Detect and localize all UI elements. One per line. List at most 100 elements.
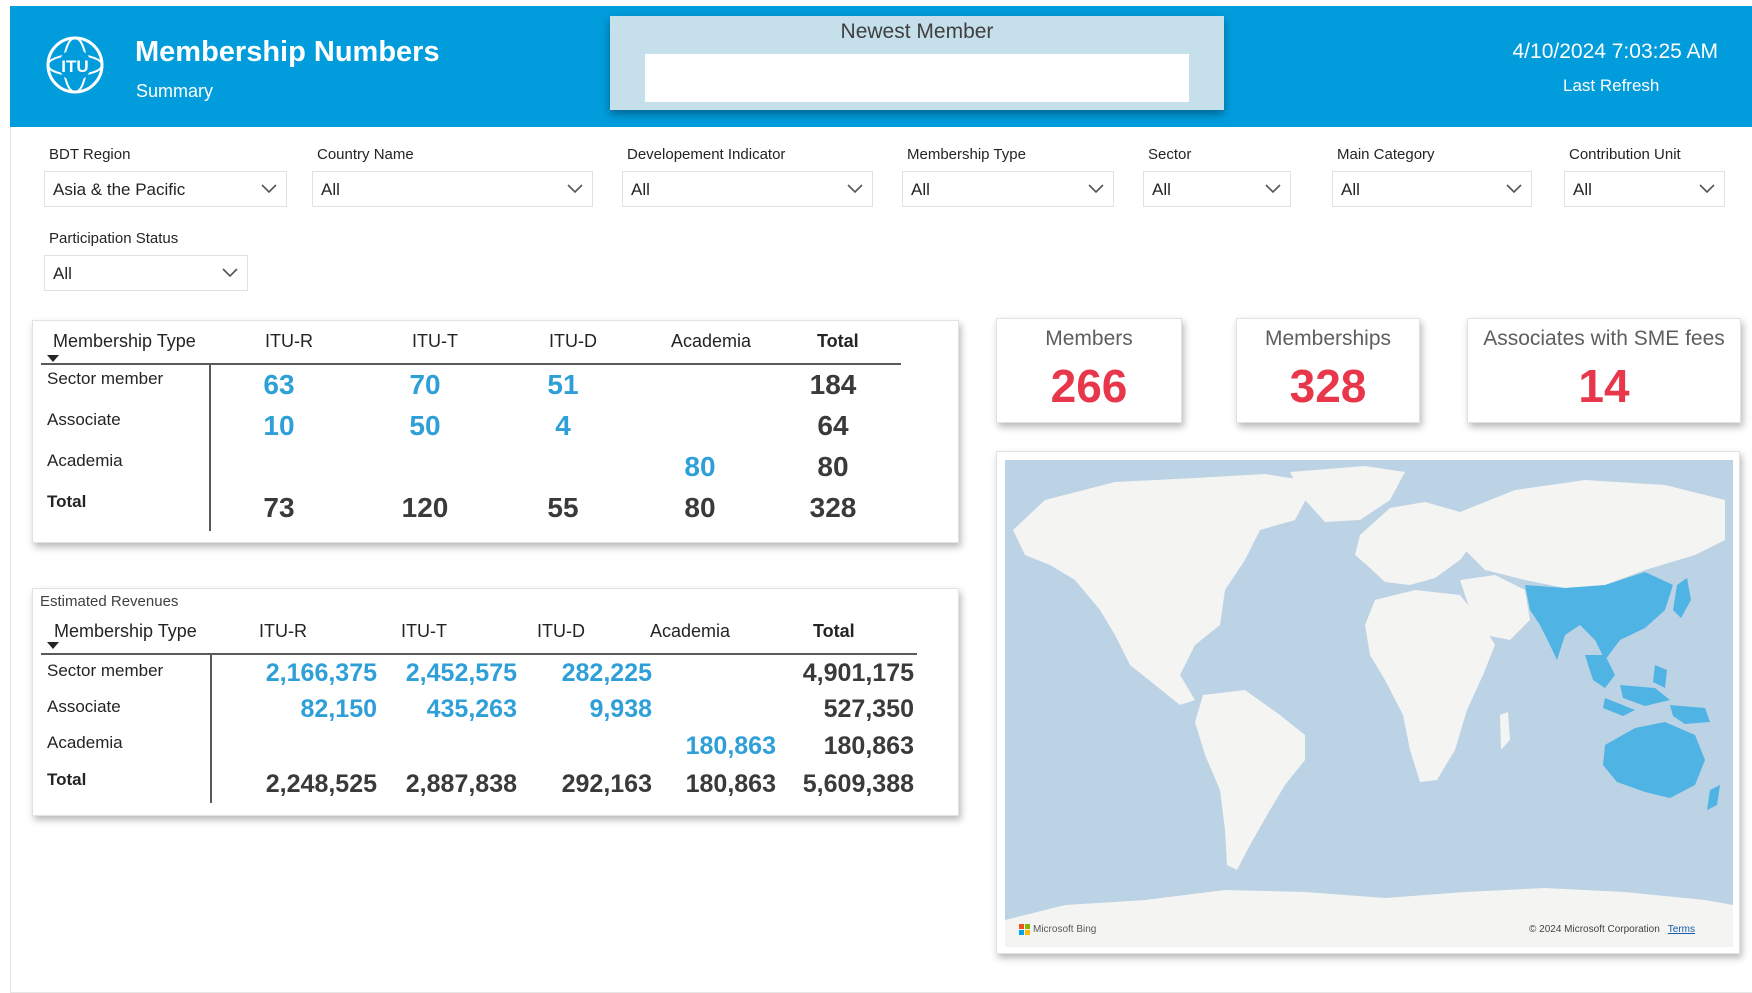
matrix-row-header[interactable]: Membership Type bbox=[54, 621, 197, 642]
map-copyright: © 2024 Microsoft Corporation Terms bbox=[1529, 924, 1695, 935]
map-copyright-text: © 2024 Microsoft Corporation bbox=[1529, 924, 1660, 935]
newest-member-value bbox=[645, 54, 1189, 102]
microsoft-logo-icon bbox=[1019, 924, 1030, 935]
chevron-down-icon bbox=[222, 268, 238, 278]
column-header[interactable]: ITU-R bbox=[265, 331, 313, 352]
cell-value: 51 bbox=[547, 369, 579, 400]
row-label: Sector member bbox=[47, 661, 164, 680]
world-map-svg bbox=[1005, 466, 1733, 947]
svg-text:ITU: ITU bbox=[61, 57, 88, 76]
dropdown-value: Asia & the Pacific bbox=[53, 180, 186, 199]
kpi-label: Members bbox=[1045, 327, 1133, 350]
header-divider bbox=[41, 653, 917, 655]
cell-total: 4,901,175 bbox=[802, 659, 914, 687]
row-divider bbox=[209, 365, 211, 531]
cell-value: 70 bbox=[409, 369, 441, 400]
kpi-associates-sme-card: Associates with SME fees 14 bbox=[1467, 318, 1741, 423]
newest-member-label: Newest Member bbox=[840, 20, 994, 43]
column-header[interactable]: ITU-T bbox=[401, 621, 447, 642]
cell-value: 10 bbox=[263, 410, 295, 441]
chevron-down-icon bbox=[567, 184, 583, 194]
row-label: Academia bbox=[47, 733, 123, 752]
dropdown-value: All bbox=[321, 180, 340, 199]
land-antarctica bbox=[1005, 888, 1733, 947]
participation-status-dropdown[interactable]: All bbox=[44, 255, 248, 291]
slicer-label: Developement Indicator bbox=[627, 146, 786, 163]
cell-value: 282,225 bbox=[561, 659, 652, 687]
row-label: Academia bbox=[47, 451, 123, 470]
sort-descending-icon[interactable] bbox=[47, 355, 59, 362]
land-new-guinea bbox=[1670, 705, 1710, 724]
land-southeast-asia bbox=[1585, 655, 1670, 716]
land-japan bbox=[1673, 578, 1691, 618]
matrix-row-header[interactable]: Membership Type bbox=[53, 331, 196, 352]
land-europe bbox=[1355, 502, 1475, 585]
column-header[interactable]: ITU-T bbox=[412, 331, 458, 352]
column-header[interactable]: Total bbox=[817, 331, 859, 352]
dropdown-value: All bbox=[1573, 180, 1592, 199]
column-header[interactable]: ITU-D bbox=[537, 621, 585, 642]
dropdown-value: All bbox=[1341, 180, 1360, 199]
slicer-label: BDT Region bbox=[49, 146, 131, 163]
cell-value: 50 bbox=[409, 410, 441, 441]
row-label: Total bbox=[47, 770, 87, 789]
header-divider bbox=[41, 363, 901, 365]
land-madagascar bbox=[1500, 712, 1510, 750]
cell-total: 180,863 bbox=[823, 732, 914, 760]
newest-member-card: Newest Member bbox=[610, 16, 1224, 110]
land-north-asia bbox=[1460, 480, 1725, 588]
column-header[interactable]: ITU-R bbox=[259, 621, 307, 642]
chevron-down-icon bbox=[261, 184, 277, 194]
contribution-unit-dropdown[interactable]: All bbox=[1564, 171, 1725, 207]
dropdown-value: All bbox=[53, 264, 72, 283]
dropdown-value: All bbox=[911, 180, 930, 199]
row-label: Total bbox=[47, 492, 87, 511]
column-header[interactable]: Academia bbox=[671, 331, 751, 352]
country-name-dropdown[interactable]: All bbox=[312, 171, 593, 207]
sector-dropdown[interactable]: All bbox=[1143, 171, 1291, 207]
kpi-members-card: Members 266 bbox=[996, 318, 1182, 423]
chevron-down-icon bbox=[1265, 184, 1281, 194]
members-map-card: Microsoft Bing © 2024 Microsoft Corporat… bbox=[996, 451, 1740, 954]
membership-counts-matrix: Membership Type ITU-R ITU-T ITU-D Academ… bbox=[32, 320, 959, 543]
land-north-america bbox=[1013, 474, 1315, 705]
column-header[interactable]: Total bbox=[813, 621, 855, 642]
world-map[interactable]: Microsoft Bing © 2024 Microsoft Corporat… bbox=[1005, 460, 1733, 947]
kpi-label: Memberships bbox=[1264, 327, 1392, 350]
slicer-label: Contribution Unit bbox=[1569, 146, 1681, 163]
cell-total: 64 bbox=[817, 410, 849, 441]
cell-value: 80 bbox=[684, 451, 716, 482]
row-label: Associate bbox=[47, 410, 121, 429]
main-category-dropdown[interactable]: All bbox=[1332, 171, 1532, 207]
land-south-america bbox=[1195, 690, 1305, 870]
cell-total: 73 bbox=[263, 492, 295, 523]
kpi-label: Associates with SME fees bbox=[1483, 327, 1725, 350]
last-refresh-label: Last Refresh bbox=[1563, 76, 1660, 95]
slicer-label: Membership Type bbox=[907, 146, 1026, 163]
cell-total: 120 bbox=[401, 492, 449, 523]
development-indicator-dropdown[interactable]: All bbox=[622, 171, 873, 207]
chevron-down-icon bbox=[1088, 184, 1104, 194]
cell-value: 63 bbox=[263, 369, 295, 400]
slicer-label: Country Name bbox=[317, 146, 414, 163]
column-header[interactable]: ITU-D bbox=[549, 331, 597, 352]
kpi-value: 14 bbox=[1578, 360, 1630, 412]
column-header[interactable]: Academia bbox=[650, 621, 730, 642]
kpi-value: 328 bbox=[1289, 360, 1367, 412]
estimated-revenues-matrix: Estimated Revenues Membership Type ITU-R… bbox=[32, 588, 959, 816]
kpi-memberships-card: Memberships 328 bbox=[1236, 318, 1420, 423]
map-terms-link[interactable]: Terms bbox=[1668, 924, 1695, 935]
cell-total: 80 bbox=[684, 492, 716, 523]
map-provider: Microsoft Bing bbox=[1033, 924, 1097, 935]
row-label: Sector member bbox=[47, 369, 164, 388]
membership-type-dropdown[interactable]: All bbox=[902, 171, 1114, 207]
cell-total: 55 bbox=[547, 492, 579, 523]
dropdown-value: All bbox=[631, 180, 650, 199]
land-new-zealand bbox=[1707, 785, 1720, 810]
bdt-region-dropdown[interactable]: Asia & the Pacific bbox=[44, 171, 287, 207]
sort-descending-icon[interactable] bbox=[47, 642, 59, 649]
bing-attribution: Microsoft Bing bbox=[1019, 924, 1096, 935]
cell-value: 4 bbox=[555, 410, 571, 441]
chevron-down-icon bbox=[847, 184, 863, 194]
cell-total: 527,350 bbox=[823, 695, 914, 723]
